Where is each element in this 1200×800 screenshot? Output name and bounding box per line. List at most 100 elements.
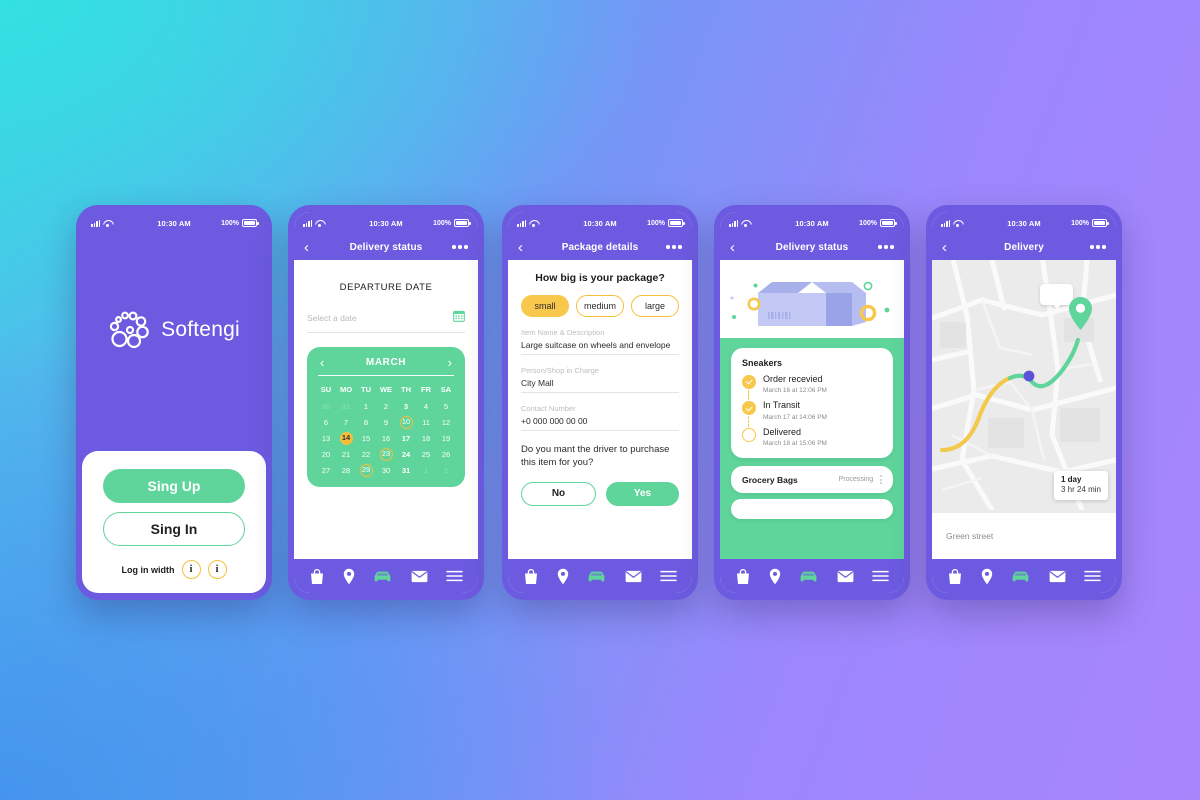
calendar-day[interactable]: 22 [356,447,376,461]
calendar-day[interactable]: 1 [356,399,376,413]
car-icon[interactable] [1011,570,1030,583]
size-chip-small[interactable]: small [521,295,569,317]
more-options-icon[interactable] [452,245,468,249]
calendar-day[interactable]: 29 [356,463,376,477]
calendar-day[interactable]: 21 [336,447,356,461]
calendar-day[interactable]: 15 [356,431,376,445]
calendar-day[interactable]: 23 [376,447,396,461]
envelope-icon[interactable] [1049,570,1066,583]
location-pin-icon[interactable] [343,568,355,585]
envelope-icon[interactable] [411,570,428,583]
page-title: Delivery status [775,241,849,253]
calendar-day[interactable]: 28 [336,463,356,477]
more-options-icon[interactable] [878,245,894,249]
hamburger-menu-icon[interactable] [446,570,463,582]
calendar-day[interactable]: 24 [396,447,416,461]
calendar-day[interactable]: 19 [436,431,456,445]
social-login-button-2[interactable]: i [207,560,227,579]
page-title: Delivery [1004,241,1044,253]
calendar-day[interactable]: 26 [436,447,456,461]
hamburger-menu-icon[interactable] [1084,570,1101,582]
calendar-day[interactable]: 4 [416,399,436,413]
car-icon[interactable] [587,570,606,583]
calendar-header: ‹ MARCH › [316,356,456,375]
calendar-icon[interactable] [453,309,465,327]
calendar-day[interactable]: 11 [416,415,436,429]
order-card-grocery[interactable]: Grocery Bags Processing [731,466,893,494]
order-card-next[interactable] [731,499,893,520]
calendar-day[interactable]: 10 [396,415,416,429]
calendar-day[interactable]: 25 [416,447,436,461]
shopping-bag-icon[interactable] [523,568,539,585]
yes-button[interactable]: Yes [606,481,679,506]
tab-bar [720,559,904,593]
calendar-day[interactable]: 31 [336,399,356,413]
calendar-day[interactable]: 6 [316,415,336,429]
eta-days: 1 day [1060,475,1082,484]
calendar-day[interactable]: 1 [416,463,436,477]
calendar-dow-fr: FR [421,385,431,395]
next-month-icon[interactable]: › [448,356,452,369]
orders-list: Sneakers Order recevied March 16 at 12:06… [720,338,904,559]
nav-bar: ‹ Delivery [932,234,1116,260]
status-bar: 10:30 AM 100% [508,212,692,234]
sign-up-button[interactable]: Sing Up [103,469,245,503]
calendar-day[interactable]: 14 [336,431,356,445]
more-options-icon[interactable] [666,245,682,249]
calendar-day[interactable]: 13 [316,431,336,445]
calendar-day[interactable]: 27 [316,463,336,477]
envelope-icon[interactable] [625,570,642,583]
calendar-day[interactable]: 9 [376,415,396,429]
size-chip-group[interactable]: small medium large [521,295,679,317]
order-menu-icon[interactable] [880,475,882,484]
sign-in-button[interactable]: Sing In [103,512,245,546]
calendar-day[interactable]: 20 [316,447,336,461]
shopping-bag-icon[interactable] [735,568,751,585]
location-pin-icon[interactable] [981,568,993,585]
order-card-sneakers[interactable]: Sneakers Order recevied March 16 at 12:06… [731,348,893,459]
social-login-button-1[interactable]: i [181,560,201,579]
envelope-icon[interactable] [837,570,854,583]
calendar-day[interactable]: 31 [396,463,416,477]
mockup-stage: 10:30 AM 100% Softengi Sing Up Sing In L… [0,0,1200,800]
calendar-day[interactable]: 17 [396,431,416,445]
calendar-day[interactable]: 12 [436,415,456,429]
location-pin-icon[interactable] [557,568,569,585]
contact-number-field[interactable]: Contact Number +0 000 000 00 00 [521,404,679,431]
calendar-day[interactable]: 3 [396,399,416,413]
hamburger-menu-icon[interactable] [872,570,889,582]
calendar-day[interactable]: 2 [376,399,396,413]
car-icon[interactable] [373,570,392,583]
hamburger-menu-icon[interactable] [660,570,677,582]
no-button[interactable]: No [521,481,596,506]
map-canvas[interactable]: 1 day 3 hr 24 min [932,260,1116,513]
calendar-day[interactable]: 30 [316,399,336,413]
location-pin-icon[interactable] [769,568,781,585]
delivery-status-screen: 10:30 AM 100% ‹ Delivery status Sneakers… [720,212,904,593]
phone-delivery-map: 10:30 AM 100% ‹ Delivery 1 day 3 hr 24 m… [926,205,1122,600]
calendar-grid[interactable]: SU MO TU WE TH FR SA 30 31 1 2 3 4 5 6 7 8 9 10 11 12 13 14 15 1… [316,382,456,477]
shopping-bag-icon[interactable] [947,568,963,585]
tracking-step: Order recevied March 16 at 12:06 PM [742,374,882,401]
login-screen: 10:30 AM 100% Softengi Sing Up Sing In L… [82,212,266,593]
calendar-day[interactable]: 30 [376,463,396,477]
more-options-icon[interactable] [1090,245,1106,249]
calendar-day[interactable]: 2 [436,463,456,477]
shopping-bag-icon[interactable] [309,568,325,585]
calendar-day[interactable]: 7 [336,415,356,429]
date-input-placeholder: Select a date [307,313,357,323]
step-label: Order recevied [763,374,823,384]
calendar-day-selected: 14 [339,431,353,445]
calendar-day[interactable]: 8 [356,415,376,429]
person-shop-value: City Mall [521,378,554,388]
size-chip-medium[interactable]: medium [576,295,624,317]
date-input[interactable]: Select a date [307,309,465,333]
calendar-day[interactable]: 5 [436,399,456,413]
calendar-day[interactable]: 18 [416,431,436,445]
person-shop-field[interactable]: Person/Shop in Charge City Mall [521,366,679,393]
calendar-day[interactable]: 16 [376,431,396,445]
item-description-field[interactable]: Item Name & Description Large suitcase o… [521,328,679,355]
car-icon[interactable] [799,570,818,583]
prev-month-icon[interactable]: ‹ [320,356,324,369]
size-chip-large[interactable]: large [631,295,679,317]
